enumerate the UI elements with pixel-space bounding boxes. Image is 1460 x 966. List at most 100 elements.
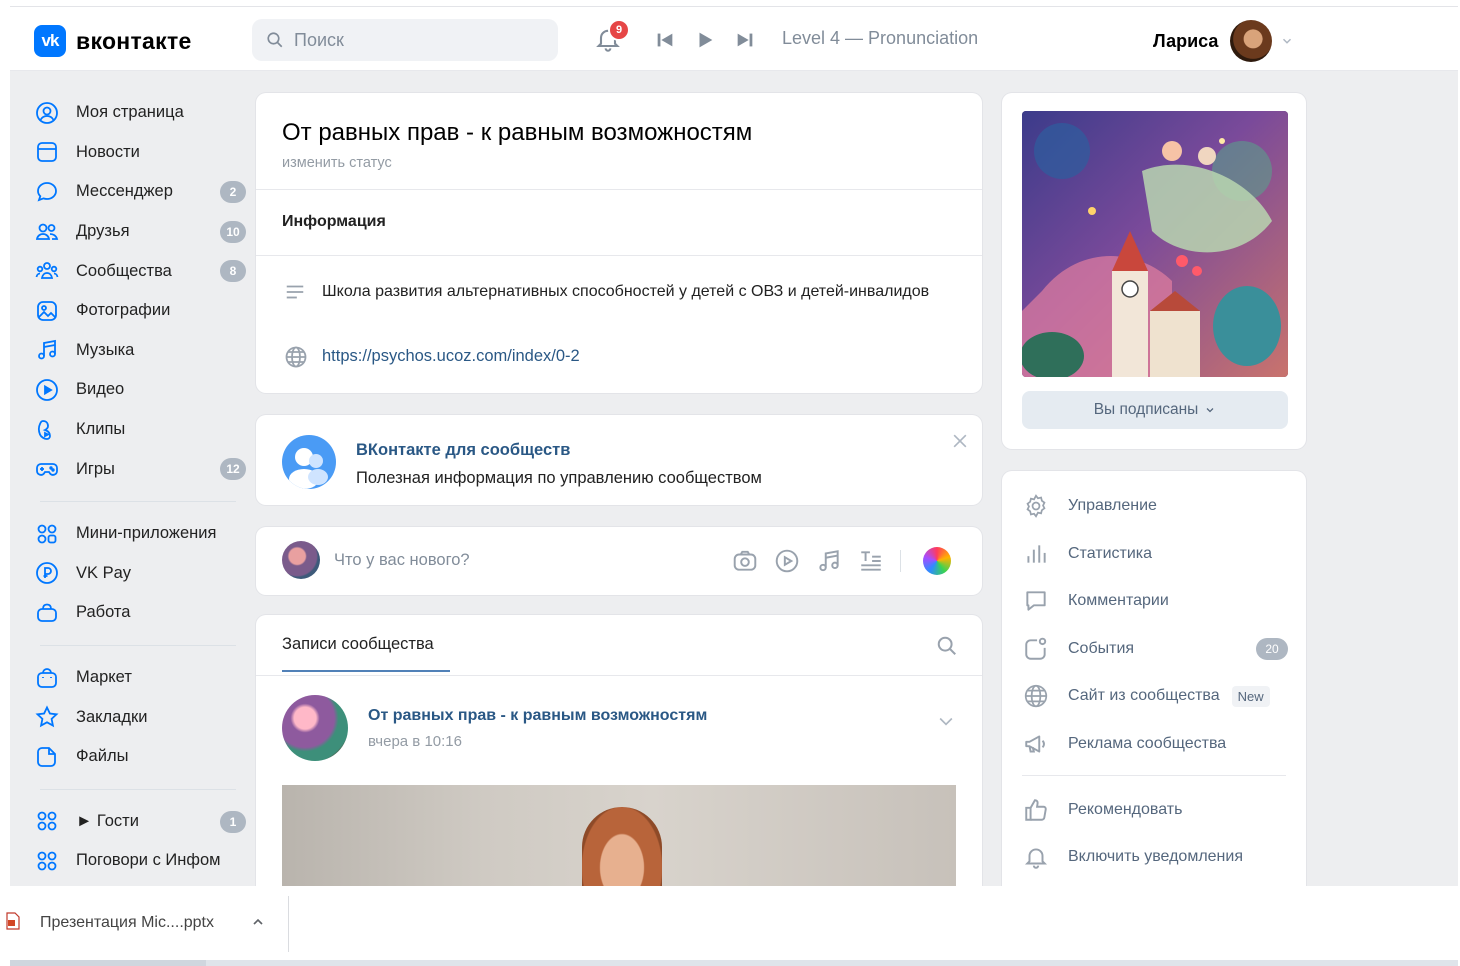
- sidebar-item-label: Новости: [76, 142, 140, 161]
- close-icon[interactable]: [950, 431, 970, 451]
- sidebar-item-talk-with-inf[interactable]: Поговори с Инфом: [34, 841, 246, 881]
- post-author-link[interactable]: От равных прав - к равным возможностям: [368, 707, 707, 725]
- tab-community-posts[interactable]: Записи сообщества: [282, 635, 434, 654]
- community-cover-image[interactable]: [1022, 111, 1288, 377]
- sidebar-item-label: Игры: [76, 459, 115, 478]
- divider: [256, 189, 982, 190]
- sidebar-item-friends[interactable]: Друзья 10: [34, 212, 246, 252]
- sidebar-item-messenger[interactable]: Мессенджер 2: [34, 172, 246, 212]
- vk-logo[interactable]: vk вконтакте: [34, 25, 192, 57]
- community-description: Школа развития альтернативных способност…: [322, 283, 930, 300]
- sidebar-item-vk-pay[interactable]: VK Pay: [34, 554, 246, 594]
- sidebar-item-clips[interactable]: Клипы: [34, 410, 246, 450]
- sidebar-item-mini-apps[interactable]: Мини-приложения: [34, 514, 246, 554]
- composer-divider: [900, 550, 901, 572]
- globe-icon: [1022, 682, 1050, 710]
- sidebar-item-work[interactable]: Работа: [34, 593, 246, 633]
- ai-assistant-icon[interactable]: [923, 547, 951, 575]
- sidebar-item-label: Работа: [76, 603, 131, 622]
- browser-viewport: vk вконтакте 9 Level 4 — Pronunciation Л…: [10, 6, 1458, 886]
- video-play-icon: [34, 377, 60, 403]
- chevron-up-icon[interactable]: [250, 914, 266, 930]
- chevron-down-icon: [1206, 408, 1214, 413]
- new-tag: New: [1231, 685, 1270, 707]
- sidebar-item-bookmarks[interactable]: Закладки: [34, 697, 246, 737]
- action-label: Реклама сообщества: [1068, 735, 1227, 752]
- sidebar-item-label: Поговори с Инфом: [76, 851, 221, 870]
- search-input[interactable]: [294, 29, 534, 51]
- sidebar-item-video[interactable]: Видео: [34, 370, 246, 410]
- vk-logo-mark: vk: [34, 25, 66, 57]
- sidebar-item-game-guests[interactable]: ► Гости 1: [34, 802, 246, 842]
- action-recommend[interactable]: Рекомендовать: [1022, 795, 1288, 825]
- article-icon[interactable]: [858, 548, 884, 574]
- action-manage[interactable]: Управление: [1022, 491, 1288, 521]
- action-comments[interactable]: Комментарии: [1022, 586, 1288, 616]
- sidebar-item-news[interactable]: Новости: [34, 133, 246, 173]
- current-track-title[interactable]: Level 4 — Pronunciation: [782, 28, 978, 49]
- post-composer: Что у вас нового?: [256, 527, 982, 595]
- action-statistics[interactable]: Статистика: [1022, 539, 1288, 569]
- previous-track-icon[interactable]: [654, 29, 676, 51]
- edit-status-link[interactable]: изменить статус: [282, 155, 392, 171]
- user-menu[interactable]: Лариса: [1153, 20, 1294, 62]
- audio-player-controls: [654, 29, 774, 51]
- action-label: Рекомендовать: [1068, 801, 1183, 818]
- left-sidebar: Моя страница Новости Мессенджер 2 Друзья…: [34, 93, 246, 881]
- mini-apps-icon: [34, 521, 60, 547]
- search-icon[interactable]: [936, 635, 958, 657]
- download-file-name[interactable]: Презентация Mic....pptx: [40, 914, 214, 932]
- community-management-card: Управление Статистика Комментарии Событи…: [1002, 471, 1306, 886]
- text-lines-icon: [286, 285, 304, 299]
- horizontal-scrollbar[interactable]: [10, 960, 1458, 966]
- pptx-file-icon: [6, 912, 20, 930]
- website-link[interactable]: https://psychos.ucoz.com/index/0-2: [322, 347, 580, 366]
- next-track-icon[interactable]: [734, 29, 756, 51]
- promo-title-link[interactable]: ВКонтакте для сообществ: [356, 441, 570, 460]
- community-info-card: От равных прав - к равным возможностям и…: [256, 93, 982, 393]
- events-count-badge: 20: [1256, 638, 1288, 660]
- action-enable-notifications[interactable]: Включить уведомления: [1022, 842, 1288, 872]
- sidebar-item-games[interactable]: Игры 12: [34, 449, 246, 489]
- communities-icon: [34, 258, 60, 284]
- camera-icon[interactable]: [732, 548, 758, 574]
- scrollbar-thumb[interactable]: [10, 960, 206, 966]
- search-icon: [267, 32, 283, 48]
- post-author-avatar[interactable]: [282, 695, 348, 761]
- stats-bars-icon: [1022, 540, 1050, 568]
- play-icon[interactable]: [694, 29, 716, 51]
- count-badge: 10: [220, 220, 246, 243]
- vk-logo-text: вконтакте: [76, 27, 192, 54]
- sidebar-item-label: Друзья: [76, 222, 130, 241]
- info-section-title[interactable]: Информация: [282, 213, 386, 231]
- action-events[interactable]: События 20: [1022, 634, 1288, 664]
- music-icon[interactable]: [816, 548, 842, 574]
- search-box[interactable]: [252, 19, 558, 61]
- top-header: vk вконтакте 9 Level 4 — Pronunciation Л…: [10, 7, 1458, 71]
- count-badge: 1: [220, 810, 246, 833]
- photo-icon: [34, 298, 60, 324]
- action-label: Сайт из сообщества: [1068, 687, 1220, 704]
- sidebar-item-files[interactable]: Файлы: [34, 737, 246, 777]
- action-label: Включить уведомления: [1068, 848, 1243, 865]
- file-icon: [34, 744, 60, 770]
- count-badge: 8: [220, 260, 246, 283]
- video-icon[interactable]: [774, 548, 800, 574]
- new-post-input[interactable]: Что у вас нового?: [334, 551, 470, 570]
- action-community-ads[interactable]: Реклама сообщества: [1022, 729, 1288, 759]
- promo-avatar: [282, 435, 336, 489]
- post-timestamp[interactable]: вчера в 10:16: [368, 733, 462, 750]
- events-icon: [1022, 635, 1050, 663]
- download-divider: [288, 896, 289, 952]
- sidebar-item-market[interactable]: Маркет: [34, 658, 246, 698]
- sidebar-item-photos[interactable]: Фотографии: [34, 291, 246, 331]
- subscribed-button[interactable]: Вы подписаны: [1022, 391, 1288, 429]
- post-photo[interactable]: [282, 785, 956, 886]
- news-icon: [34, 139, 60, 165]
- action-community-site[interactable]: Сайт из сообщества New: [1022, 681, 1288, 711]
- sidebar-item-music[interactable]: Музыка: [34, 331, 246, 371]
- notifications-count-badge: 9: [608, 19, 630, 41]
- sidebar-item-communities[interactable]: Сообщества 8: [34, 251, 246, 291]
- chevron-down-icon[interactable]: [936, 711, 956, 731]
- sidebar-item-my-page[interactable]: Моя страница: [34, 93, 246, 133]
